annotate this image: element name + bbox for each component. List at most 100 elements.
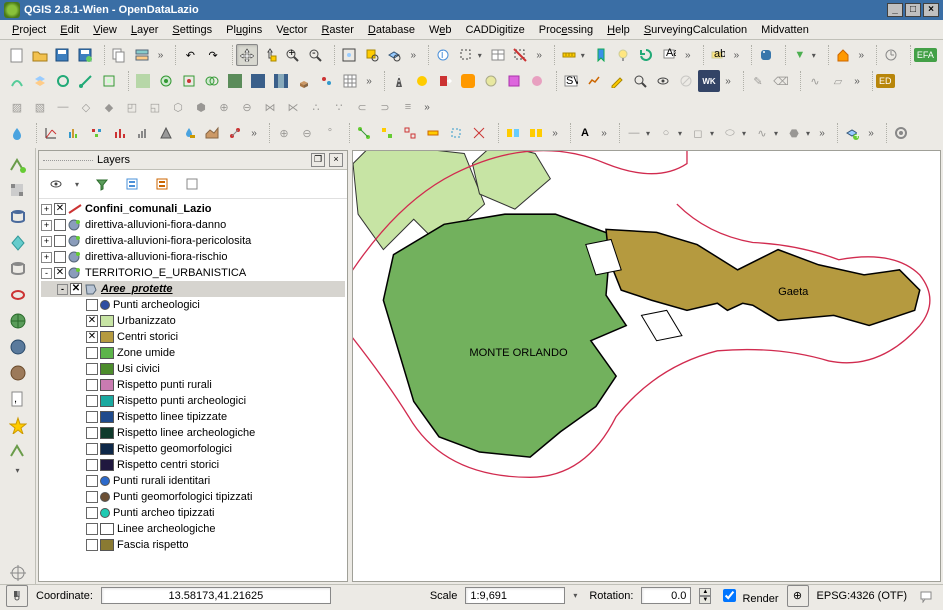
maximize-button[interactable]: □ bbox=[905, 3, 921, 17]
buffer-icon[interactable] bbox=[155, 70, 177, 92]
label-icon[interactable]: abc bbox=[707, 44, 729, 66]
refresh-icon[interactable] bbox=[635, 44, 657, 66]
histogram-icon[interactable] bbox=[132, 122, 154, 144]
split-icon[interactable] bbox=[468, 122, 490, 144]
layer-row[interactable]: Usi civici bbox=[41, 361, 345, 377]
preset-visibility-icon[interactable] bbox=[45, 173, 67, 195]
visibility-checkbox[interactable] bbox=[54, 251, 66, 263]
pencil-icon[interactable] bbox=[606, 70, 628, 92]
overflow-icon[interactable]: » bbox=[721, 76, 735, 87]
menu-caddigitize[interactable]: CADDigitize bbox=[459, 22, 530, 38]
layer-row[interactable]: -TERRITORIO_E_URBANISTICA bbox=[41, 265, 345, 281]
coordinate-input[interactable] bbox=[101, 587, 331, 604]
rotation-input[interactable] bbox=[641, 587, 691, 604]
expander-icon[interactable]: + bbox=[41, 220, 52, 231]
visibility-checkbox[interactable] bbox=[54, 203, 66, 215]
legend-add2-icon[interactable] bbox=[151, 173, 173, 195]
water-icon[interactable] bbox=[6, 122, 28, 144]
menu-raster[interactable]: Raster bbox=[315, 22, 359, 38]
layer-row[interactable]: Rispetto punti rurali bbox=[41, 377, 345, 393]
triangle-icon[interactable] bbox=[155, 122, 177, 144]
add-gps-icon[interactable] bbox=[7, 414, 29, 436]
menu-midvatten[interactable]: Midvatten bbox=[755, 22, 815, 38]
chart-line-icon[interactable] bbox=[583, 70, 605, 92]
tips-icon[interactable] bbox=[613, 44, 635, 66]
overflow-icon[interactable]: » bbox=[597, 128, 611, 139]
menu-database[interactable]: Database bbox=[362, 22, 421, 38]
add-wcs-icon[interactable] bbox=[7, 336, 29, 358]
water-analysis-icon[interactable] bbox=[178, 122, 200, 144]
minimize-button[interactable]: _ bbox=[887, 3, 903, 17]
layers-undock-button[interactable]: ❐ bbox=[311, 153, 325, 167]
node-edit-icon[interactable] bbox=[224, 122, 246, 144]
centroid-icon[interactable] bbox=[178, 70, 200, 92]
layer-row[interactable]: Punti geomorfologici tipizzati bbox=[41, 489, 345, 505]
search-icon[interactable] bbox=[629, 70, 651, 92]
node-tool-icon[interactable] bbox=[353, 122, 375, 144]
visibility-checkbox[interactable] bbox=[86, 459, 98, 471]
layer-row[interactable]: Centri storici bbox=[41, 329, 345, 345]
raster-2-icon[interactable] bbox=[247, 70, 269, 92]
menu-project[interactable]: Project bbox=[6, 22, 52, 38]
text-a-icon[interactable]: A bbox=[574, 122, 596, 144]
qt-icon[interactable]: ▼ bbox=[789, 44, 811, 66]
menu-view[interactable]: View bbox=[87, 22, 123, 38]
visibility-checkbox[interactable] bbox=[86, 379, 98, 391]
measure-icon[interactable] bbox=[558, 44, 580, 66]
svg-export-icon[interactable]: SVG bbox=[560, 70, 582, 92]
legend-box-icon[interactable] bbox=[181, 173, 203, 195]
layers-icon[interactable] bbox=[29, 70, 51, 92]
3d-icon[interactable] bbox=[293, 70, 315, 92]
zoom-in-icon[interactable]: + bbox=[282, 44, 304, 66]
menu-surveyingcalculation[interactable]: SurveyingCalculation bbox=[638, 22, 753, 38]
eye-icon[interactable] bbox=[652, 70, 674, 92]
grid-icon[interactable] bbox=[339, 70, 361, 92]
expander-icon[interactable]: - bbox=[41, 268, 52, 279]
layer-1-icon[interactable] bbox=[132, 70, 154, 92]
overflow-icon[interactable]: » bbox=[729, 50, 743, 61]
vector-grid-icon[interactable] bbox=[98, 70, 120, 92]
overflow-icon[interactable]: » bbox=[532, 50, 546, 61]
raster-1-icon[interactable] bbox=[224, 70, 246, 92]
add-vector-icon[interactable] bbox=[7, 154, 29, 176]
merge-1-icon[interactable] bbox=[502, 122, 524, 144]
undo-icon[interactable]: ↶ bbox=[179, 44, 201, 66]
python-console-icon[interactable] bbox=[755, 44, 777, 66]
chart-tool-3-icon[interactable] bbox=[86, 122, 108, 144]
add-layer-icon[interactable]: + bbox=[841, 122, 863, 144]
visibility-checkbox[interactable] bbox=[86, 491, 98, 503]
deselect-icon[interactable] bbox=[509, 44, 531, 66]
layer-row[interactable]: Rispetto centri storici bbox=[41, 457, 345, 473]
render-checkbox[interactable] bbox=[723, 589, 736, 602]
visibility-checkbox[interactable] bbox=[70, 283, 82, 295]
overflow-icon[interactable]: » bbox=[154, 50, 168, 61]
efa-badge[interactable]: EFA bbox=[914, 48, 937, 62]
layer-row[interactable]: Punti archeo tipizzati bbox=[41, 505, 345, 521]
geology-icon[interactable] bbox=[201, 122, 223, 144]
tool-yellow-icon[interactable] bbox=[411, 70, 433, 92]
bookmark-icon[interactable] bbox=[590, 44, 612, 66]
overflow-icon[interactable]: » bbox=[247, 128, 261, 139]
snap-4-icon[interactable] bbox=[445, 122, 467, 144]
layer-manager-icon[interactable] bbox=[131, 44, 153, 66]
overflow-icon[interactable]: » bbox=[864, 128, 878, 139]
chart-tool-2-icon[interactable] bbox=[63, 122, 85, 144]
layer-row[interactable]: Linee archeologiche bbox=[41, 521, 345, 537]
edit-vector-icon[interactable] bbox=[75, 70, 97, 92]
coord-capture-icon[interactable] bbox=[7, 562, 29, 584]
layer-row[interactable]: Rispetto geomorfologici bbox=[41, 441, 345, 457]
pan-selection-icon[interactable] bbox=[259, 44, 281, 66]
snap-2-icon[interactable] bbox=[399, 122, 421, 144]
merge-2-icon[interactable] bbox=[525, 122, 547, 144]
visibility-checkbox[interactable] bbox=[86, 299, 98, 311]
expander-icon[interactable]: + bbox=[41, 204, 52, 215]
layer-row[interactable]: Rispetto linee archeologiche bbox=[41, 425, 345, 441]
tool-orange-icon[interactable] bbox=[457, 70, 479, 92]
menu-web[interactable]: Web bbox=[423, 22, 457, 38]
scale-input[interactable] bbox=[465, 587, 565, 604]
chart-bars-icon[interactable] bbox=[109, 122, 131, 144]
visibility-checkbox[interactable] bbox=[54, 235, 66, 247]
new-shape-icon[interactable] bbox=[7, 440, 29, 462]
layers-tree[interactable]: +Confini_comunali_Lazio+direttiva-alluvi… bbox=[39, 199, 347, 581]
overflow-icon[interactable]: » bbox=[548, 128, 562, 139]
